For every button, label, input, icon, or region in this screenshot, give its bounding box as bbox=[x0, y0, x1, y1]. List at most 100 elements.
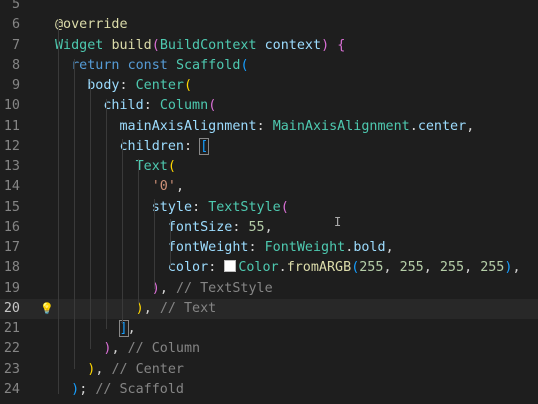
code-token: MainAxisAlignment bbox=[272, 118, 410, 134]
code-line[interactable]: 24 ); // Scaffold bbox=[0, 380, 538, 400]
code-token: center bbox=[417, 118, 467, 134]
code-token: 55 bbox=[248, 219, 265, 235]
code-token: style bbox=[151, 199, 193, 215]
code-line[interactable]: 18 color: Color.fromARGB(255, 255, 255, … bbox=[0, 258, 538, 278]
line-number[interactable]: 6 bbox=[0, 15, 20, 35]
code-token: , bbox=[159, 280, 176, 296]
line-number[interactable]: 8 bbox=[0, 56, 20, 76]
code-token: body bbox=[87, 78, 120, 93]
code-token: ) bbox=[151, 280, 160, 296]
code-token: ) bbox=[321, 37, 330, 53]
code-text: ), // Column bbox=[55, 339, 200, 359]
code-line[interactable]: 16 fontSize: 55, bbox=[0, 218, 538, 238]
line-number[interactable]: 23 bbox=[0, 360, 20, 380]
line-number[interactable]: 9 bbox=[0, 76, 20, 96]
code-line[interactable]: 9 body: Center( bbox=[0, 76, 538, 96]
code-text: mainAxisAlignment: MainAxisAlignment.cen… bbox=[55, 117, 475, 137]
code-line[interactable]: 7 Widget build(BuildContext context) { bbox=[0, 36, 538, 56]
code-line[interactable]: 11 mainAxisAlignment: MainAxisAlignment.… bbox=[0, 117, 538, 137]
line-number[interactable]: 20 bbox=[0, 299, 20, 319]
code-line[interactable]: 19 ), // TextStyle bbox=[0, 279, 538, 299]
code-token: , bbox=[143, 300, 160, 316]
line-number[interactable]: 5 bbox=[0, 0, 20, 15]
line-number[interactable]: 17 bbox=[0, 238, 20, 258]
line-number[interactable]: 12 bbox=[0, 137, 20, 157]
indent-guide bbox=[58, 19, 59, 394]
code-token: , bbox=[383, 260, 400, 276]
code-token: Widget bbox=[55, 37, 104, 53]
line-number[interactable]: 15 bbox=[0, 198, 20, 218]
code-line[interactable]: 17 fontWeight: FontWeight.bold, bbox=[0, 238, 538, 258]
code-token: , bbox=[464, 260, 481, 276]
line-number[interactable]: 11 bbox=[0, 117, 20, 137]
code-token: ( bbox=[184, 78, 193, 93]
code-token: ] bbox=[118, 320, 129, 337]
line-number[interactable]: 22 bbox=[0, 339, 20, 359]
code-token: : bbox=[192, 199, 209, 215]
code-token: ; bbox=[79, 381, 96, 397]
code-text: @override bbox=[55, 15, 128, 35]
indent-guide bbox=[106, 99, 107, 329]
code-token: Text bbox=[135, 159, 168, 174]
code-line[interactable]: 13 Text( bbox=[0, 157, 538, 177]
code-text: ); // Scaffold bbox=[55, 380, 184, 400]
line-number[interactable]: 18 bbox=[0, 258, 20, 278]
line-number[interactable]: 13 bbox=[0, 157, 20, 177]
code-token: children bbox=[119, 138, 185, 154]
line-number[interactable]: 21 bbox=[0, 319, 20, 339]
code-line[interactable]: 23 ), // Center bbox=[0, 360, 538, 380]
line-number[interactable]: 7 bbox=[0, 36, 20, 56]
code-token: bold bbox=[353, 240, 386, 255]
code-token: ( bbox=[240, 57, 249, 73]
code-line[interactable]: 5 bbox=[0, 0, 538, 15]
code-token: mainAxisAlignment bbox=[119, 118, 257, 134]
code-token: 255 bbox=[359, 260, 384, 276]
line-number[interactable]: 14 bbox=[0, 177, 20, 197]
text-cursor-icon: I bbox=[334, 215, 342, 229]
code-line[interactable]: 12 children: [ bbox=[0, 137, 538, 157]
line-number[interactable]: 16 bbox=[0, 218, 20, 238]
code-editor[interactable]: 5 6 @override 7 Widget build(BuildContext co… bbox=[0, 0, 538, 400]
code-token: context bbox=[264, 37, 322, 53]
code-token: fromARGB bbox=[286, 260, 352, 276]
code-text: ), // Text bbox=[55, 299, 217, 319]
line-number[interactable]: 19 bbox=[0, 279, 20, 299]
code-line[interactable]: 14 '0', bbox=[0, 177, 538, 197]
code-token: FontWeight bbox=[264, 240, 346, 255]
code-token: color bbox=[167, 260, 209, 276]
code-token: Color bbox=[238, 260, 279, 276]
code-line[interactable]: 20 💡 ), // Text bbox=[0, 298, 538, 319]
code-token: , bbox=[95, 361, 112, 377]
indent-guide bbox=[170, 219, 171, 269]
code-token: ) bbox=[135, 300, 144, 316]
code-line[interactable]: 21 ], bbox=[0, 319, 538, 339]
lightbulb-icon[interactable]: 💡 bbox=[40, 299, 54, 319]
code-token: : bbox=[248, 240, 265, 255]
code-token: // Scaffold bbox=[95, 381, 184, 397]
code-token: TextStyle bbox=[208, 199, 281, 215]
code-token: Center bbox=[135, 78, 184, 93]
line-number[interactable]: 10 bbox=[0, 96, 20, 116]
color-swatch[interactable] bbox=[224, 260, 237, 273]
code-token: : bbox=[256, 118, 273, 134]
code-token: // Center bbox=[111, 361, 184, 377]
code-text: Widget build(BuildContext context) { bbox=[55, 36, 345, 56]
line-number[interactable]: 24 bbox=[0, 380, 20, 400]
code-token: // Text bbox=[159, 300, 217, 316]
indent-guide bbox=[90, 79, 91, 349]
code-line[interactable]: 10 child: Column( bbox=[0, 96, 538, 116]
code-token: . bbox=[409, 118, 418, 134]
code-line[interactable]: 6 @override bbox=[0, 15, 538, 35]
code-line[interactable]: 22 ), // Column bbox=[0, 339, 538, 359]
code-line[interactable]: 15 style: TextStyle( bbox=[0, 198, 538, 218]
code-line[interactable]: 8 return const Scaffold( bbox=[0, 56, 538, 76]
